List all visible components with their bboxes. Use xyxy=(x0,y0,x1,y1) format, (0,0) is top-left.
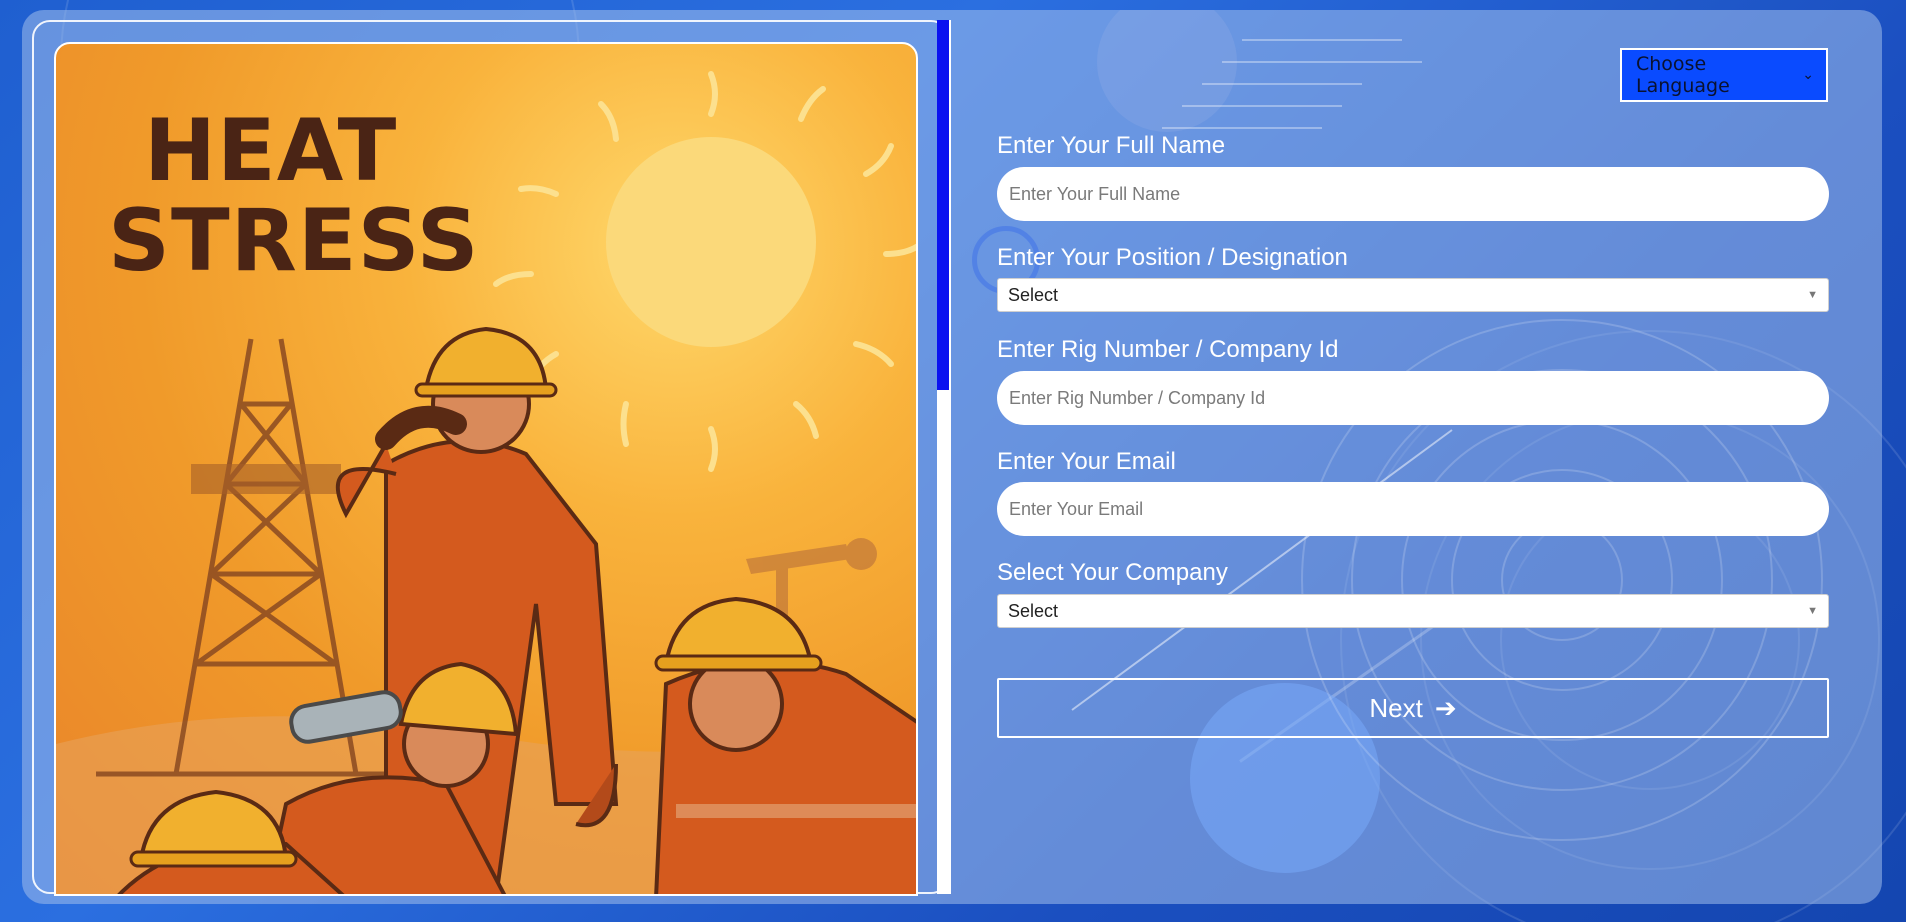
poster-title-line2: STRESS xyxy=(108,191,480,291)
sun-icon xyxy=(493,71,916,472)
rig-number-input[interactable] xyxy=(997,371,1829,425)
position-select-value: Select xyxy=(1008,284,1059,305)
caret-down-icon: ▼ xyxy=(1807,605,1818,617)
image-scrollbar[interactable] xyxy=(937,20,951,894)
form-card: HEAT STRESS Choose Language ⌄ Enter Your… xyxy=(22,10,1882,904)
arrow-right-icon: ➔ xyxy=(1434,692,1457,723)
poster-title: HEAT STRESS xyxy=(108,106,480,286)
language-label: Choose Language xyxy=(1636,53,1730,97)
worker-crouching-icon xyxy=(654,596,916,894)
next-button[interactable]: Next ➔ xyxy=(997,678,1829,738)
company-select[interactable]: Select ▼ xyxy=(997,594,1829,628)
choose-language-select[interactable]: Choose Language ⌄ xyxy=(1620,48,1828,102)
rig-number-label: Enter Rig Number / Company Id xyxy=(997,336,1339,363)
company-label: Select Your Company xyxy=(997,559,1228,586)
scrollbar-thumb[interactable] xyxy=(937,20,949,390)
poster-title-line1: HEAT xyxy=(144,101,398,201)
position-label: Enter Your Position / Designation xyxy=(997,244,1348,271)
full-name-label: Enter Your Full Name xyxy=(997,132,1226,159)
position-select[interactable]: Select ▼ xyxy=(997,278,1829,312)
caret-down-icon: ▼ xyxy=(1807,289,1818,301)
email-input[interactable] xyxy=(997,482,1829,536)
email-label: Enter Your Email xyxy=(997,448,1176,475)
company-select-value: Select xyxy=(1008,600,1059,621)
full-name-input[interactable] xyxy=(997,167,1829,221)
chevron-down-icon: ⌄ xyxy=(1802,67,1814,83)
next-button-label: Next xyxy=(1369,692,1423,723)
heat-stress-poster: HEAT STRESS xyxy=(54,42,918,896)
